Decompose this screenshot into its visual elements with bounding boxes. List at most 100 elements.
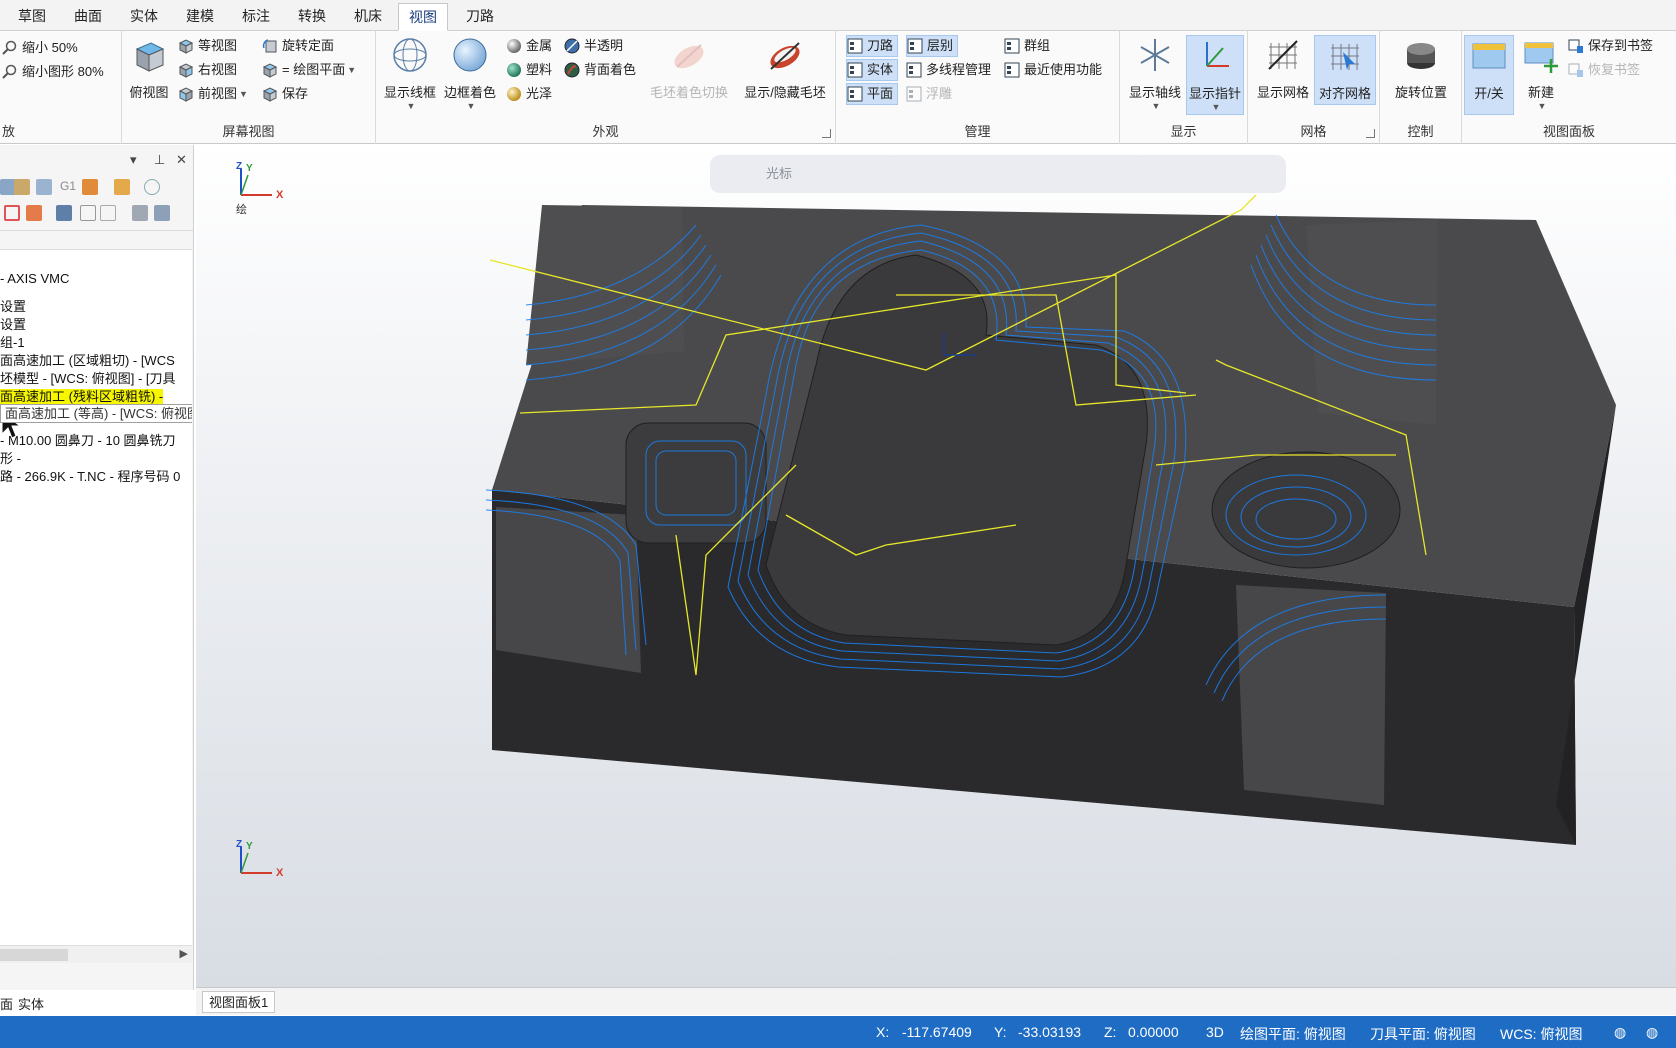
g1-button[interactable]: G1	[60, 179, 76, 193]
show-axes-button[interactable]: 显示轴线 ▼	[1126, 35, 1184, 115]
toolpaths-manager-button[interactable]: 刀路	[846, 35, 899, 57]
gnomon-cplane-label: 绘	[236, 204, 247, 216]
groups-manager-button[interactable]: 群组	[1004, 35, 1050, 57]
tab-transform[interactable]: 转换	[288, 3, 336, 31]
show-hide-stock-button[interactable]: 显示/隐藏毛坯	[738, 35, 832, 105]
move-arrows-icon[interactable]	[26, 205, 42, 221]
tab-panel-toolpaths[interactable]: 面	[0, 994, 13, 1013]
levels-manager-button[interactable]: 层别	[906, 35, 959, 57]
tree-op-area-rough[interactable]: 面高速加工 (区域粗切) - [WCS	[0, 352, 175, 370]
multithread-manager-button[interactable]: 多线程管理	[906, 59, 991, 81]
relief-button[interactable]: 浮雕	[906, 83, 952, 105]
status-z-value[interactable]: 0.00000	[1128, 1024, 1179, 1040]
show-hide-stock-label: 显示/隐藏毛坯	[744, 85, 826, 100]
chevron-down-icon[interactable]: ▼	[1189, 102, 1243, 112]
tab-panel-solids[interactable]: 实体	[18, 994, 44, 1013]
chevron-down-icon[interactable]: ▼	[1518, 101, 1566, 111]
dialog-launcher-icon[interactable]	[822, 129, 831, 138]
iso-view-button[interactable]: 等视图	[178, 35, 237, 57]
lock-icon[interactable]	[80, 205, 96, 221]
chevron-down-icon[interactable]: ▼	[347, 59, 356, 81]
unzoom-80-button[interactable]: 缩小图形 80%	[2, 61, 104, 83]
tab-modeling[interactable]: 建模	[176, 3, 224, 31]
globe-icon[interactable]: ◍	[1614, 1024, 1626, 1041]
save-view-button[interactable]: 保存	[262, 83, 308, 105]
save-bookmark-button[interactable]: 保存到书签	[1568, 35, 1653, 57]
show-grid-button[interactable]: 显示网格	[1254, 35, 1312, 105]
tree-machine-group[interactable]: - AXIS VMC	[0, 270, 69, 288]
highfeed-icon[interactable]	[114, 179, 130, 195]
chevron-down-icon[interactable]: ▼	[384, 101, 438, 111]
panel-list-icon	[847, 38, 863, 54]
tree-toolpath-group[interactable]: 组-1	[0, 334, 25, 352]
rotate-position-button[interactable]: 旋转位置	[1384, 35, 1458, 105]
chevron-down-icon[interactable]: ▼	[1128, 101, 1184, 111]
equal-cplane-button[interactable]: = 绘图平面 ▼	[262, 59, 356, 81]
hscroll-thumb[interactable]	[0, 949, 68, 961]
tab-toolpaths[interactable]: 刀路	[456, 3, 504, 31]
status-y-label: Y:	[994, 1024, 1007, 1040]
show-gnomon-button[interactable]: 显示指针 ▼	[1186, 35, 1244, 115]
show-wireframe-label: 显示线框	[383, 85, 436, 100]
tree-geometry[interactable]: 形 -	[0, 450, 21, 468]
viewsheet-tab-1[interactable]: 视图面板1	[202, 991, 276, 1013]
globe-settings-icon[interactable]: ◍	[1646, 1024, 1658, 1041]
viewsheet-toggle-button[interactable]: 开/关	[1464, 35, 1514, 115]
planes-manager-button[interactable]: 平面	[846, 83, 899, 105]
tree-tool-info[interactable]: - M10.00 圆鼻刀 - 10 圆鼻铣刀	[0, 432, 176, 450]
pin-icon[interactable]: ⊥	[154, 152, 165, 168]
status-wcs[interactable]: WCS: 俯视图	[1500, 1024, 1582, 1044]
gloss-button[interactable]: 光泽	[506, 83, 552, 105]
tree-properties[interactable]: 设置	[0, 298, 26, 316]
recent-functions-button[interactable]: 最近使用功能	[1004, 59, 1102, 81]
panel-menu-icon[interactable]: ▾	[130, 152, 137, 168]
floating-toolbar[interactable]	[710, 155, 1286, 193]
front-view-button[interactable]: 前视图 ▼	[178, 83, 248, 105]
expand-icon[interactable]	[4, 205, 20, 221]
tree-properties-2[interactable]: 设置	[0, 316, 26, 334]
graphics-viewport[interactable]: 光标 Z Y X 绘 Z Y X	[196, 145, 1676, 987]
settings-icon[interactable]	[154, 205, 170, 221]
translucent-button[interactable]: 半透明	[564, 35, 623, 57]
show-wireframe-button[interactable]: 显示线框 ▼	[382, 35, 438, 115]
status-cplane[interactable]: 绘图平面: 俯视图	[1240, 1024, 1346, 1044]
restore-bookmark-button[interactable]: 恢复书签	[1568, 59, 1640, 81]
tab-annotate[interactable]: 标注	[232, 3, 280, 31]
select-failed-icon[interactable]	[14, 179, 30, 195]
tree-toolpath-file[interactable]: 路 - 266.9K - T.NC - 程序号码 0	[0, 468, 180, 486]
tab-machine[interactable]: 机床	[344, 3, 392, 31]
metal-button[interactable]: 金属	[506, 35, 552, 57]
scroll-right-icon[interactable]: ▶	[180, 947, 188, 960]
solids-manager-button[interactable]: 实体	[846, 59, 899, 81]
dialog-launcher-icon[interactable]	[1366, 129, 1375, 138]
tree-hscrollbar[interactable]: ▶	[0, 945, 192, 963]
floating-toolbar-label[interactable]: 光标	[766, 163, 792, 182]
tab-solid[interactable]: 实体	[120, 3, 168, 31]
top-view-button[interactable]: 俯视图	[126, 35, 172, 105]
tree-op-stock-model[interactable]: 坯模型 - [WCS: 俯视图] - [刀具	[0, 370, 176, 388]
panel-list-icon	[847, 86, 863, 102]
status-tplane[interactable]: 刀具平面: 俯视图	[1370, 1024, 1476, 1044]
image-icon[interactable]	[132, 205, 148, 221]
help-icon[interactable]	[144, 179, 160, 195]
posting-icon[interactable]	[100, 205, 116, 221]
tab-view[interactable]: 视图	[398, 3, 448, 31]
toggle-display-icon[interactable]	[56, 205, 72, 221]
stock-shade-toggle-button[interactable]: 毛坯着色切换	[646, 35, 732, 105]
tab-sketch[interactable]: 草图	[8, 3, 56, 31]
new-viewsheet-button[interactable]: 新建 ▼	[1516, 35, 1566, 115]
chevron-down-icon[interactable]: ▼	[239, 83, 248, 105]
rotate-plane-button[interactable]: 旋转定面	[262, 35, 334, 57]
edge-shade-button[interactable]: 边框着色 ▼	[442, 35, 498, 115]
right-view-button[interactable]: 右视图	[178, 59, 237, 81]
chevron-down-icon[interactable]: ▼	[444, 101, 498, 111]
close-icon[interactable]: ✕	[176, 152, 187, 168]
plastic-button[interactable]: 塑料	[506, 59, 552, 81]
regenerate-icon[interactable]	[36, 179, 52, 195]
tab-surface[interactable]: 曲面	[64, 3, 112, 31]
unzoom-50-button[interactable]: 缩小 50%	[2, 37, 78, 59]
back-shade-button[interactable]: 背面着色	[564, 59, 636, 81]
post-icon[interactable]	[82, 179, 98, 195]
status-mode[interactable]: 3D	[1206, 1024, 1224, 1040]
snap-grid-button[interactable]: 对齐网格	[1314, 35, 1376, 105]
